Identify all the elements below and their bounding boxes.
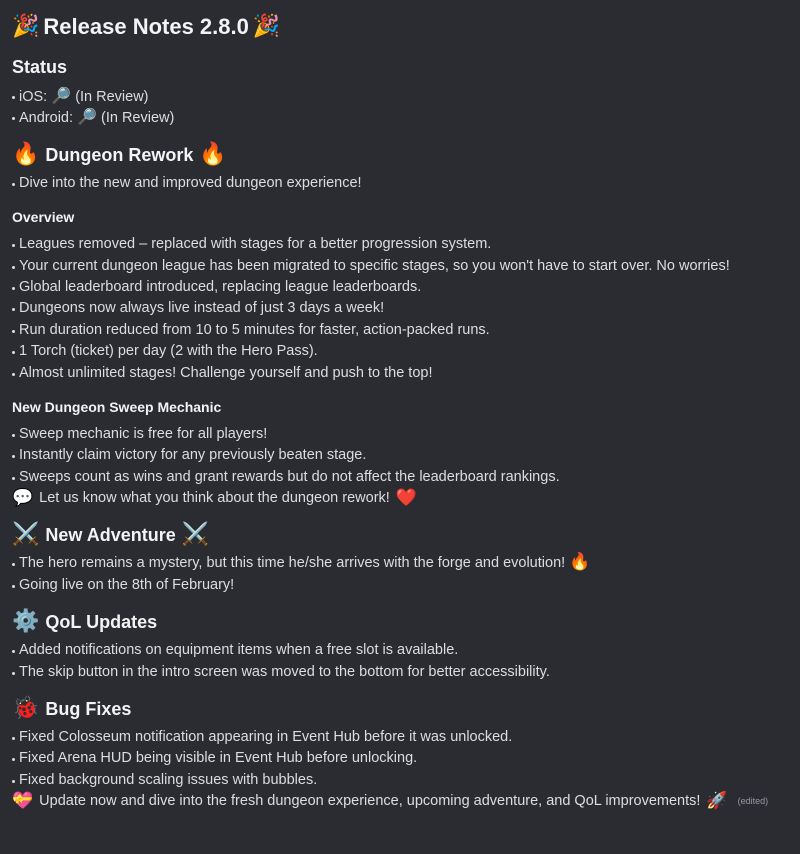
adventure-heading-text: New Adventure: [45, 525, 176, 546]
status-list: iOS: 🔎 (In Review) Android: 🔎 (In Review…: [12, 86, 788, 129]
title-text: Release Notes 2.8.0: [43, 14, 249, 39]
list-item: Fixed Colosseum notification appearing i…: [12, 727, 788, 748]
status-badge: (In Review): [101, 110, 175, 127]
list-item: Run duration reduced from 10 to 5 minute…: [12, 320, 788, 341]
overview-list: Leagues removed – replaced with stages f…: [12, 234, 788, 384]
sweep-heading: New Dungeon Sweep Mechanic: [12, 398, 222, 415]
list-item: Dive into the new and improved dungeon e…: [12, 173, 788, 194]
list-item: Fixed background scaling issues with bub…: [12, 770, 788, 791]
feedback-line: 💬 Let us know what you think about the d…: [12, 488, 788, 509]
fire-icon: 🔥: [199, 141, 227, 167]
list-item: 1 Torch (ticket) per day (2 with the Her…: [12, 341, 788, 362]
red-heart-icon: ❤️: [395, 488, 417, 509]
status-item-android: Android: 🔎 (In Review): [12, 107, 788, 128]
status-badge: (In Review): [75, 89, 149, 105]
platform-label: Android:: [19, 110, 74, 127]
list-item: Sweeps count as wins and grant rewards b…: [12, 467, 788, 488]
qol-heading: ⚙️ QoL Updates: [12, 608, 788, 636]
list-item: The hero remains a mystery, but this tim…: [12, 553, 788, 574]
party-popper-icon: 🎉: [12, 14, 40, 39]
bugs-heading-text: Bug Fixes: [45, 699, 132, 720]
status-item-ios: iOS: 🔎 (In Review): [12, 86, 788, 107]
list-item: Added notifications on equipment items w…: [12, 640, 788, 661]
status-heading: Status: [12, 57, 68, 77]
adventure-heading: ⚔️ New Adventure ⚔️: [12, 521, 788, 549]
qol-list: Added notifications on equipment items w…: [12, 640, 788, 683]
bugs-list: Fixed Colosseum notification appearing i…: [12, 727, 788, 791]
list-item: Instantly claim victory for any previous…: [12, 445, 788, 466]
crossed-swords-icon: ⚔️: [12, 522, 40, 548]
bugs-heading: 🐞 Bug Fixes: [12, 695, 788, 723]
fire-icon: 🔥: [12, 141, 40, 167]
dungeon-heading-text: Dungeon Rework: [45, 144, 194, 165]
list-item: Leagues removed – replaced with stages f…: [12, 234, 788, 255]
ladybug-icon: 🐞: [12, 696, 40, 722]
list-item-text: The hero remains a mystery, but this tim…: [19, 555, 566, 572]
edited-label: (edited): [737, 796, 769, 807]
footer-text: Update now and dive into the fresh dunge…: [39, 793, 701, 810]
dungeon-heading: 🔥 Dungeon Rework 🔥: [12, 141, 788, 169]
magnifier-icon: 🔎: [51, 88, 72, 105]
list-item: Dungeons now always live instead of just…: [12, 298, 788, 319]
speech-bubble-icon: 💬: [12, 488, 34, 509]
magnifier-icon: 🔎: [77, 109, 97, 127]
fire-icon: 🔥: [569, 552, 591, 573]
list-item: Your current dungeon league has been mig…: [12, 256, 788, 277]
list-item: Going live on the 8th of February!: [12, 575, 788, 596]
gear-icon: ⚙️: [12, 609, 40, 635]
qol-heading-text: QoL Updates: [45, 612, 158, 633]
party-popper-icon: 🎉: [252, 14, 281, 39]
release-notes-message: 🎉 Release Notes 2.8.0 🎉 Status iOS: 🔎 (I…: [0, 0, 800, 813]
platform-label: iOS:: [19, 89, 48, 105]
overview-heading: Overview: [12, 209, 75, 226]
adventure-list: The hero remains a mystery, but this tim…: [12, 553, 788, 596]
footer-line: 💝 Update now and dive into the fresh dun…: [12, 791, 788, 812]
rocket-icon: 🚀: [706, 791, 728, 812]
heart-ribbon-icon: 💝: [12, 791, 34, 812]
sweep-list: Sweep mechanic is free for all players! …: [12, 424, 788, 488]
page-title: 🎉 Release Notes 2.8.0 🎉: [12, 6, 788, 48]
list-item: Almost unlimited stages! Challenge yours…: [12, 363, 788, 384]
list-item: Sweep mechanic is free for all players!: [12, 424, 788, 445]
list-item: The skip button in the intro screen was …: [12, 662, 788, 683]
crossed-swords-icon: ⚔️: [181, 522, 210, 548]
list-item: Global leaderboard introduced, replacing…: [12, 277, 788, 298]
dungeon-intro-list: Dive into the new and improved dungeon e…: [12, 173, 788, 194]
list-item: Fixed Arena HUD being visible in Event H…: [12, 748, 788, 769]
feedback-text: Let us know what you think about the dun…: [39, 490, 390, 507]
